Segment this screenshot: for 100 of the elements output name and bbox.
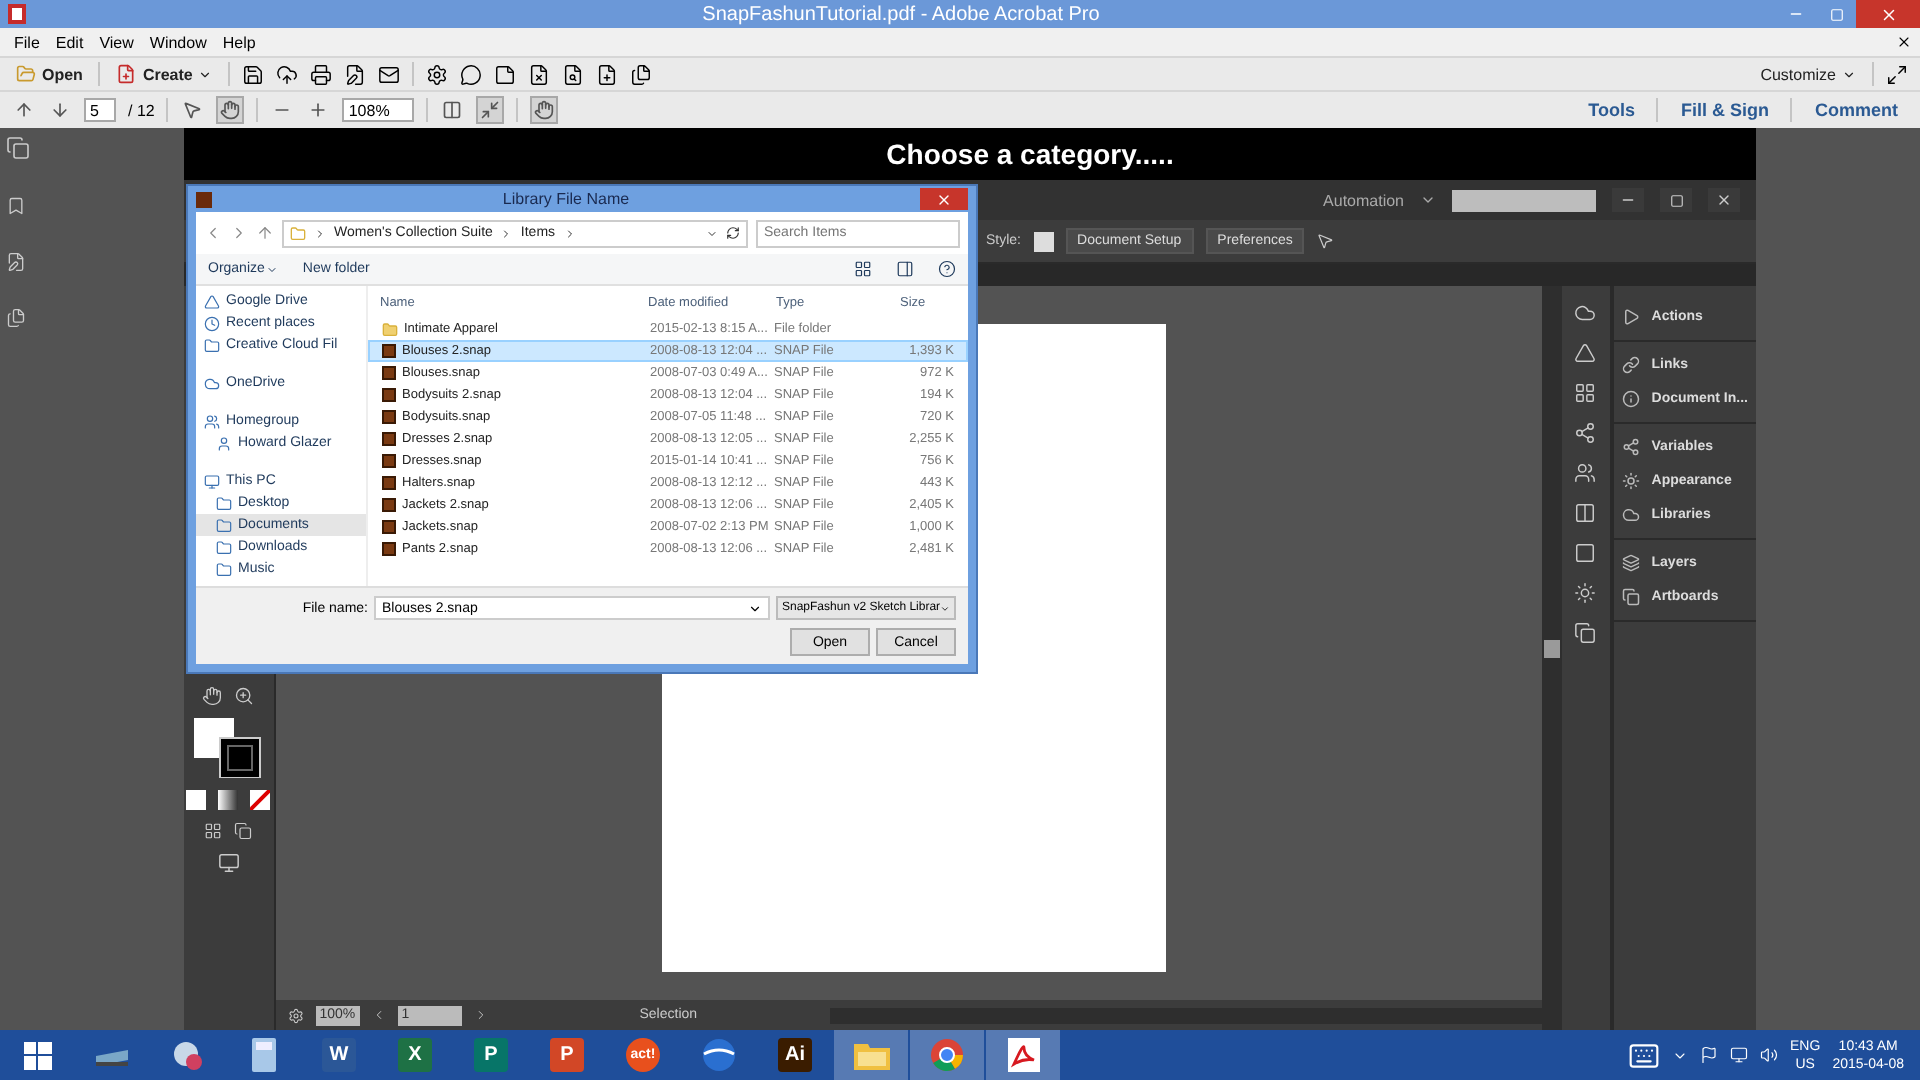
taskbar-button[interactable]: P bbox=[530, 1030, 604, 1080]
chevron-right-icon bbox=[563, 227, 576, 239]
caret-icon bbox=[198, 67, 213, 81]
app-logo: Ai bbox=[778, 1038, 812, 1072]
menu-item[interactable]: Help bbox=[216, 33, 262, 51]
hand-icon bbox=[534, 100, 555, 120]
close-button[interactable] bbox=[1708, 188, 1740, 212]
color-icon[interactable] bbox=[186, 790, 207, 810]
clock-icon bbox=[204, 315, 220, 331]
window-title: SnapFashunTutorial.pdf - Adobe Acrobat Pro bbox=[700, 3, 1102, 25]
app-icon bbox=[196, 191, 212, 207]
folder-icon bbox=[382, 321, 398, 337]
menu-item[interactable]: Window bbox=[143, 33, 213, 51]
files-icon[interactable] bbox=[630, 63, 653, 85]
app-logo: W bbox=[322, 1038, 356, 1072]
page-field[interactable]: 5 bbox=[84, 98, 116, 122]
layers-icon bbox=[1621, 554, 1640, 572]
folder-icon bbox=[16, 64, 36, 84]
nodes-icon bbox=[1621, 438, 1640, 456]
file-plus-icon[interactable] bbox=[596, 63, 619, 85]
close-icon bbox=[1716, 192, 1732, 208]
taskbar-button[interactable] bbox=[910, 1030, 984, 1080]
keyboard-icon bbox=[1628, 1039, 1661, 1071]
taskbar-button[interactable]: X bbox=[378, 1030, 452, 1080]
pane-link[interactable]: Comment bbox=[1804, 100, 1908, 120]
up-arrow-icon bbox=[14, 100, 34, 120]
app-logo: P bbox=[474, 1038, 508, 1072]
folder-icon bbox=[216, 539, 232, 555]
cloud-icon bbox=[1621, 506, 1640, 524]
sun-icon bbox=[1621, 472, 1640, 490]
menu-item[interactable]: File bbox=[8, 33, 46, 51]
link-icon bbox=[1621, 356, 1640, 374]
close-icon[interactable] bbox=[1896, 34, 1912, 50]
zoom-tool-icon[interactable] bbox=[234, 686, 255, 706]
calculator-icon bbox=[251, 1038, 275, 1072]
taskbar-button[interactable]: P bbox=[454, 1030, 528, 1080]
help-icon[interactable] bbox=[938, 260, 956, 278]
cloud-upload-icon[interactable] bbox=[276, 63, 299, 85]
customize-button[interactable]: Customize bbox=[1756, 60, 1860, 88]
forward-icon[interactable] bbox=[230, 224, 248, 242]
down-arrow-icon bbox=[50, 100, 70, 120]
minimize-button[interactable] bbox=[1612, 188, 1644, 212]
create-button[interactable]: Create bbox=[112, 60, 217, 88]
taskbar-button[interactable]: W bbox=[302, 1030, 376, 1080]
grid-icon bbox=[1574, 382, 1597, 404]
view-icon[interactable] bbox=[854, 260, 872, 278]
back-icon[interactable] bbox=[204, 224, 222, 242]
page-count: / 12 bbox=[128, 101, 155, 119]
columns-icon bbox=[442, 100, 463, 120]
caret-icon bbox=[748, 601, 762, 615]
square-icon bbox=[1669, 193, 1683, 207]
restore-button[interactable] bbox=[1660, 188, 1692, 212]
settings-icon[interactable] bbox=[426, 63, 449, 85]
refresh-icon bbox=[726, 226, 740, 240]
square-icon bbox=[1829, 7, 1843, 21]
pane-link[interactable]: Fill & Sign bbox=[1670, 100, 1779, 120]
folder-icon bbox=[853, 1040, 889, 1070]
pane-link[interactable]: Tools bbox=[1578, 100, 1645, 120]
up-icon[interactable] bbox=[256, 224, 274, 242]
file-x-icon[interactable] bbox=[528, 63, 551, 85]
taskbar-button[interactable] bbox=[986, 1030, 1060, 1080]
dialog-title: Library File Name bbox=[500, 190, 632, 208]
hand-tool-icon[interactable] bbox=[202, 686, 223, 706]
fit-page-button[interactable] bbox=[476, 96, 505, 124]
page-heading: Choose a category..... bbox=[884, 136, 1176, 174]
zoom-field[interactable]: 108% bbox=[342, 98, 415, 122]
read-mode-button[interactable] bbox=[530, 96, 559, 124]
settings-icon bbox=[287, 1007, 304, 1023]
monitor-icon bbox=[204, 473, 220, 489]
taskbar-button[interactable]: Ai bbox=[758, 1030, 832, 1080]
expand-icon[interactable] bbox=[1886, 63, 1908, 85]
hand-tool-button[interactable] bbox=[216, 96, 245, 124]
app-logo: P bbox=[550, 1038, 584, 1072]
fit-width-button[interactable] bbox=[440, 96, 465, 124]
cloud-icon bbox=[1574, 302, 1597, 324]
comment-icon[interactable] bbox=[460, 63, 483, 85]
menu-item[interactable]: Edit bbox=[49, 33, 90, 51]
note-icon[interactable] bbox=[494, 63, 517, 85]
vertical-scrollbar[interactable] bbox=[1541, 286, 1562, 1030]
screen-mode-icon[interactable] bbox=[217, 852, 240, 874]
close-icon bbox=[936, 191, 952, 207]
menu-item[interactable]: View bbox=[93, 33, 140, 51]
fit-icon bbox=[480, 100, 501, 120]
workspace-switcher[interactable]: Automation bbox=[1323, 191, 1404, 209]
shape-icon bbox=[1574, 342, 1597, 364]
search-field[interactable] bbox=[1452, 189, 1596, 211]
folder-icon bbox=[290, 225, 306, 241]
file-search-icon[interactable] bbox=[562, 63, 585, 85]
print-icon[interactable] bbox=[310, 63, 333, 85]
edit-icon[interactable] bbox=[344, 63, 367, 85]
open-button[interactable]: Open bbox=[12, 60, 87, 88]
folder-icon bbox=[216, 517, 232, 533]
next-icon bbox=[473, 1008, 488, 1022]
style-swatch[interactable] bbox=[1033, 231, 1054, 251]
none-icon bbox=[250, 790, 271, 810]
taskbar-button[interactable] bbox=[834, 1030, 908, 1080]
preview-pane-icon[interactable] bbox=[896, 260, 914, 278]
caret-icon bbox=[940, 601, 950, 615]
save-icon[interactable] bbox=[242, 63, 265, 85]
mail-icon[interactable] bbox=[378, 63, 401, 85]
